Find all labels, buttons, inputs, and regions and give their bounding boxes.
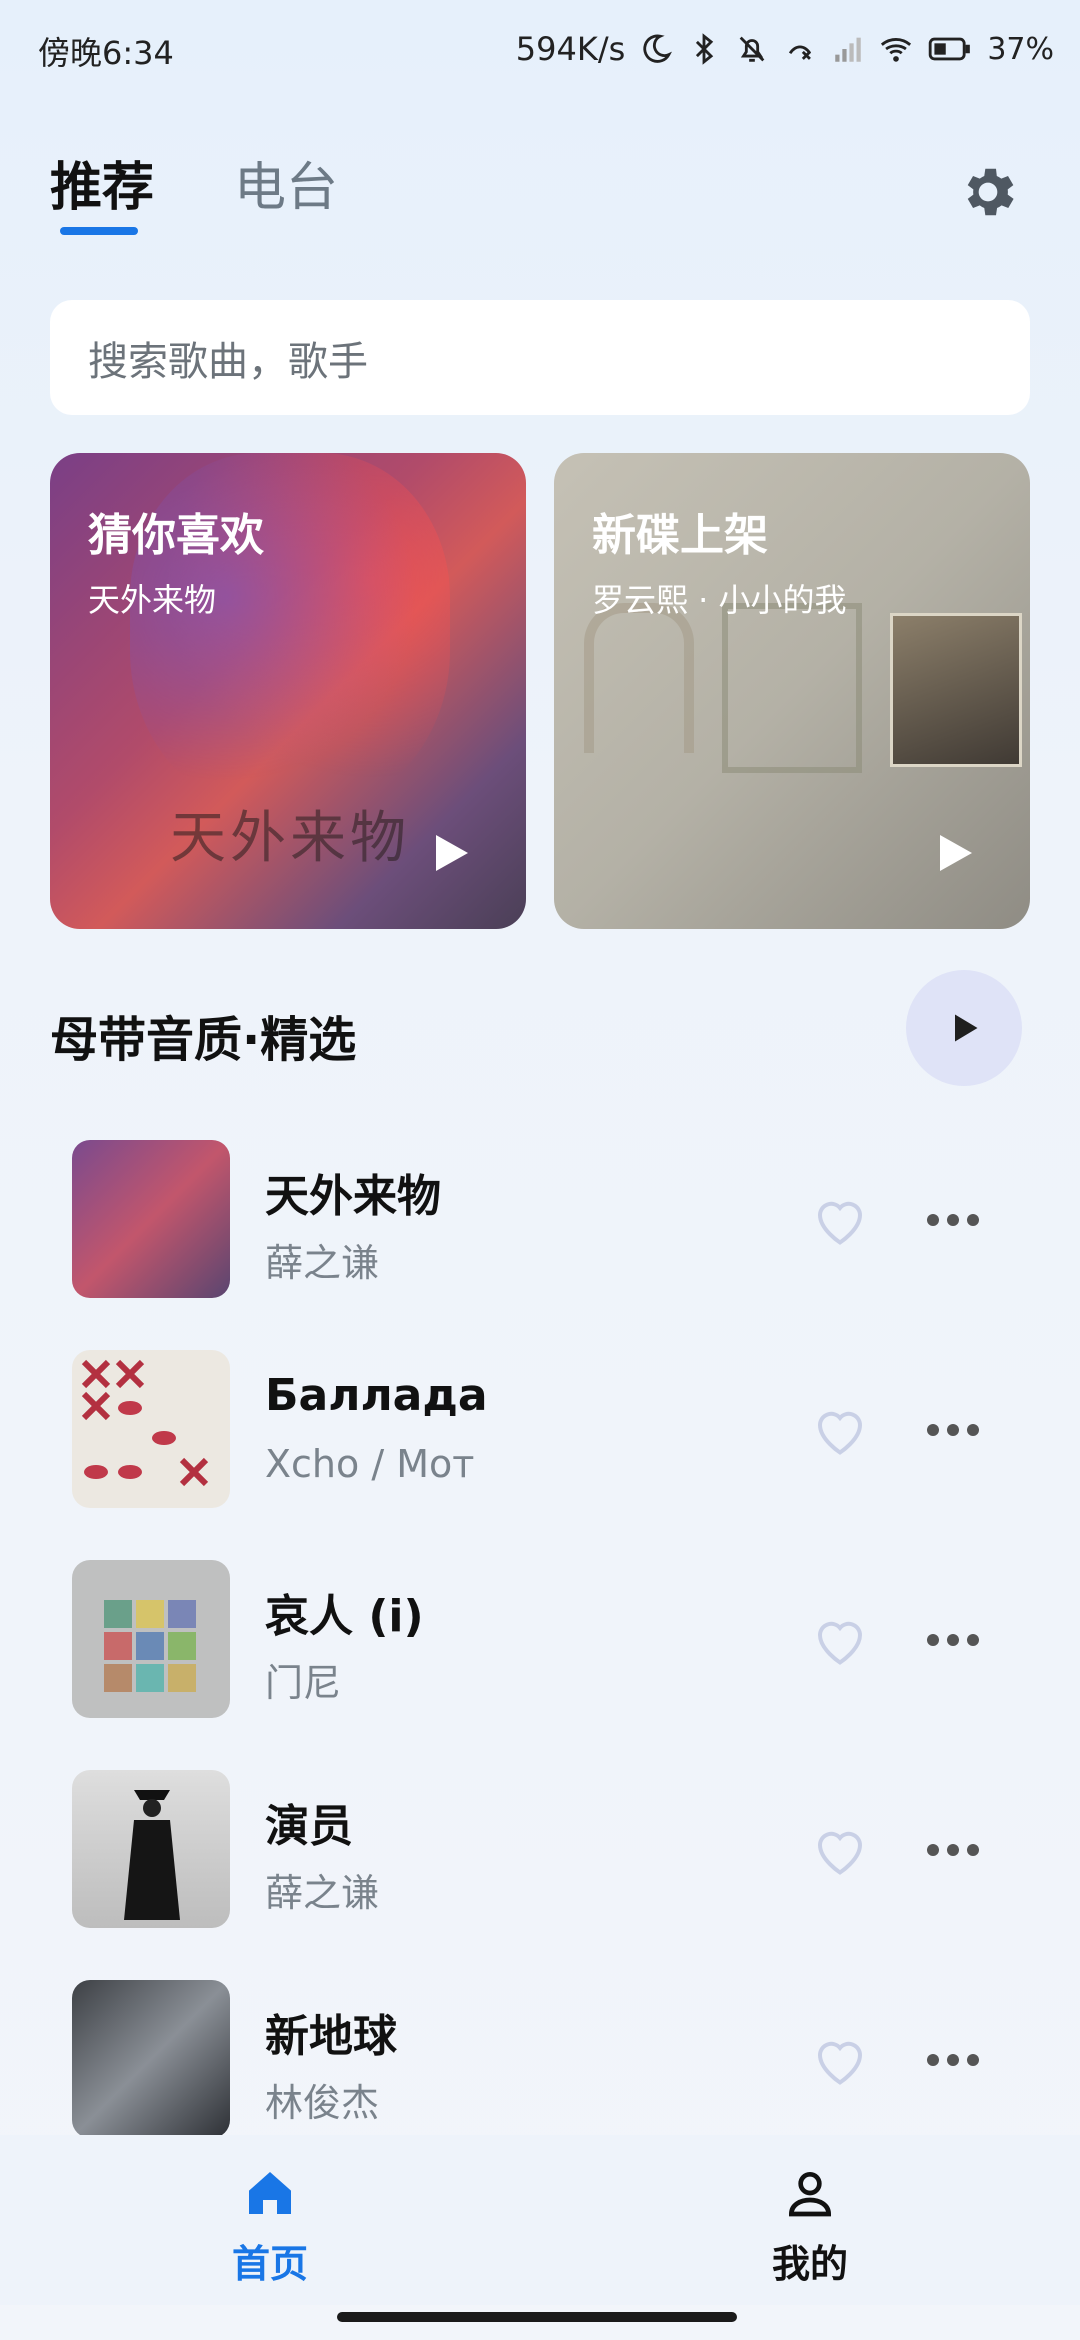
song-cover	[72, 1560, 230, 1718]
album-art-decoration	[584, 603, 694, 753]
network-speed: 594K/s	[515, 30, 626, 68]
battery-icon	[929, 37, 971, 61]
list-item[interactable]: 天外来物 薛之谦	[0, 1140, 1080, 1300]
card-guess-you-like[interactable]: 天外来物 猜你喜欢 天外来物	[50, 453, 526, 929]
card-subtitle: 天外来物	[88, 581, 217, 619]
list-item[interactable]: 哀人 (i) 门尼	[0, 1560, 1080, 1720]
bell-muted-icon	[739, 36, 765, 62]
search-input[interactable]: 搜索歌曲，歌手	[50, 300, 1030, 415]
song-title: 新地球	[265, 2011, 397, 2062]
cover-pattern	[81, 1359, 209, 1487]
song-cover	[72, 1140, 230, 1298]
song-artist: 薛之谦	[265, 1871, 380, 1915]
song-title: 演员	[265, 1801, 353, 1852]
card-title: 新碟上架	[592, 510, 768, 561]
play-icon[interactable]	[930, 829, 978, 877]
more-icon[interactable]	[925, 1202, 981, 1238]
list-item[interactable]: 演员 薛之谦	[0, 1770, 1080, 1930]
home-icon	[249, 2172, 291, 2214]
song-cover	[72, 1980, 230, 2138]
section-title: 母带音质·精选	[50, 1012, 357, 1068]
song-title: 天外来物	[265, 1171, 441, 1222]
status-icons: 594K/s 37%	[516, 24, 1054, 74]
bottom-nav: 首页 我的	[0, 2135, 1080, 2305]
heart-icon[interactable]	[808, 1190, 872, 1250]
cover-grid	[104, 1600, 196, 1692]
more-icon[interactable]	[925, 2042, 981, 2078]
bluetooth-icon	[696, 33, 714, 65]
status-bar: 傍晚6:34 594K/s 37%	[0, 0, 1080, 100]
search-placeholder: 搜索歌曲，歌手	[88, 338, 368, 385]
gear-icon[interactable]	[956, 160, 1020, 224]
card-art-text: 天外来物	[170, 806, 410, 871]
song-artist: 薛之谦	[265, 1241, 380, 1285]
wifi-icon	[881, 38, 912, 62]
song-artist: Xcho / Мот	[265, 1442, 475, 1486]
song-cover	[72, 1350, 230, 1508]
person-icon	[788, 2172, 832, 2217]
home-indicator[interactable]	[337, 2312, 737, 2322]
battery-percent: 37%	[987, 31, 1054, 67]
heart-icon[interactable]	[808, 1610, 872, 1670]
status-time: 傍晚6:34	[38, 34, 174, 72]
song-cover	[72, 1770, 230, 1928]
nav-label: 我的	[771, 2242, 848, 2286]
play-icon	[955, 1014, 978, 1042]
play-all-button[interactable]	[906, 970, 1022, 1086]
nav-label: 首页	[231, 2242, 308, 2286]
heart-icon[interactable]	[808, 2030, 872, 2090]
more-icon[interactable]	[925, 1832, 981, 1868]
card-title: 猜你喜欢	[88, 510, 264, 561]
active-tab-indicator	[60, 227, 138, 235]
nav-mine[interactable]: 我的	[710, 2165, 910, 2295]
moon-icon	[643, 34, 673, 63]
more-icon[interactable]	[925, 1622, 981, 1658]
card-new-albums[interactable]: 新碟上架 罗云熙 · 小小的我	[554, 453, 1030, 929]
cover-figure	[124, 1790, 180, 1920]
heart-icon[interactable]	[808, 1820, 872, 1880]
album-art-photo	[890, 613, 1022, 767]
song-title: Баллада	[265, 1370, 488, 1421]
play-icon[interactable]	[426, 829, 474, 877]
call-missed-icon	[789, 45, 812, 60]
card-subtitle: 罗云熙 · 小小的我	[592, 581, 847, 619]
tab-recommend[interactable]: 推荐	[50, 145, 154, 220]
signal-icon	[835, 37, 862, 62]
list-item[interactable]: 新地球 林俊杰	[0, 1980, 1080, 2140]
list-item[interactable]: Баллада Xcho / Мот	[0, 1350, 1080, 1510]
tab-radio[interactable]: 电台	[234, 145, 338, 220]
song-title: 哀人 (i)	[265, 1591, 424, 1642]
heart-icon[interactable]	[808, 1400, 872, 1460]
song-artist: 门尼	[265, 1661, 342, 1705]
song-artist: 林俊杰	[265, 2081, 380, 2125]
more-icon[interactable]	[925, 1412, 981, 1448]
nav-home[interactable]: 首页	[170, 2165, 370, 2295]
album-art-frame	[722, 603, 862, 773]
